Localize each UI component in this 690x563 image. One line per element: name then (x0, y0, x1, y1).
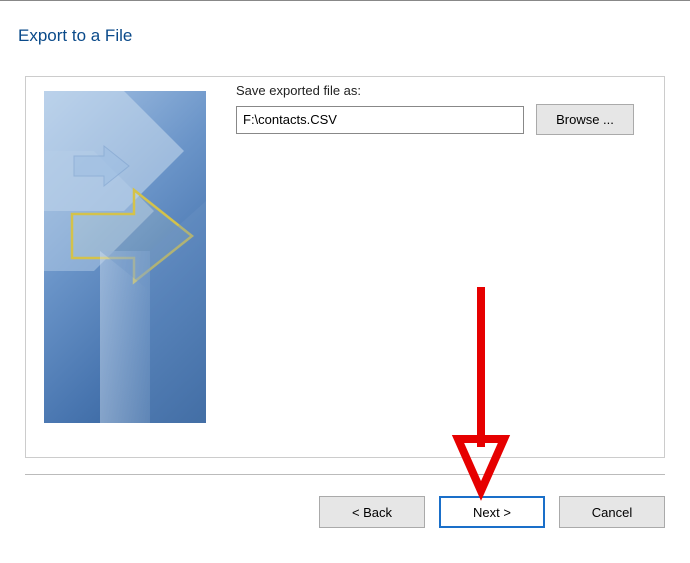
export-dialog: Export to a File (0, 0, 690, 563)
wizard-illustration (44, 91, 206, 423)
browse-button[interactable]: Browse ... (536, 104, 634, 135)
back-button[interactable]: < Back (319, 496, 425, 528)
dialog-title: Export to a File (18, 26, 132, 46)
button-bar: < Back Next > Cancel (319, 496, 665, 528)
dialog-content: Save exported file as: Browse ... (25, 76, 665, 458)
cancel-button[interactable]: Cancel (559, 496, 665, 528)
next-button[interactable]: Next > (439, 496, 545, 528)
file-path-input[interactable] (236, 106, 524, 134)
export-arrow-icon (44, 91, 206, 423)
save-as-label: Save exported file as: (236, 83, 646, 98)
separator (25, 474, 665, 475)
file-input-row: Browse ... (236, 104, 646, 135)
form-area: Save exported file as: Browse ... (236, 83, 646, 135)
